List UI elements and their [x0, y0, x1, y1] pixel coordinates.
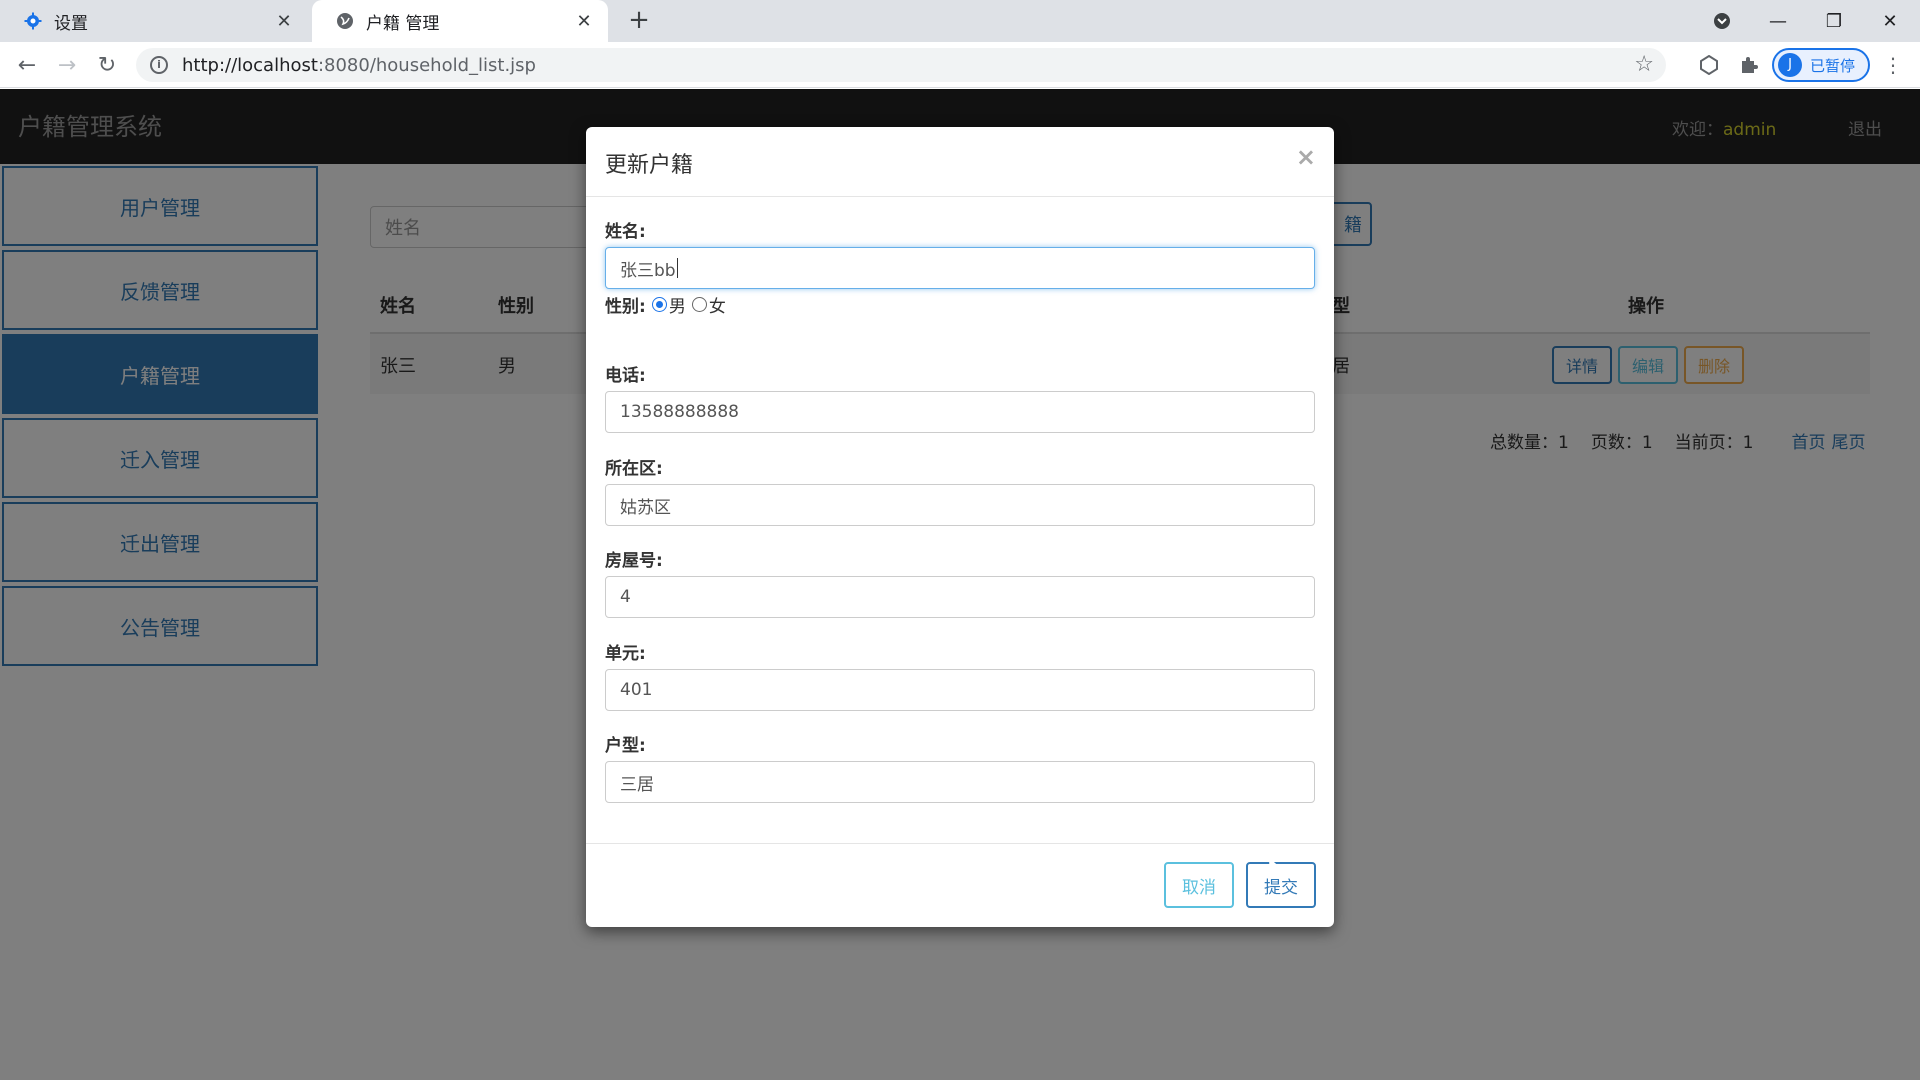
tab-settings[interactable]: 设置 ✕ [0, 0, 308, 42]
gear-icon [24, 12, 42, 30]
minimize-icon[interactable]: — [1750, 0, 1806, 42]
close-icon[interactable]: ✕ [574, 11, 594, 32]
text-caret [676, 258, 678, 278]
avatar: J [1778, 53, 1802, 77]
gender-male-radio[interactable] [651, 297, 667, 312]
close-icon[interactable]: ✕ [274, 11, 294, 32]
name-value: 张三bb [620, 260, 676, 281]
unit-field[interactable]: 401 [605, 669, 1315, 711]
extension-icon[interactable] [1696, 52, 1722, 78]
globe-icon [336, 12, 354, 30]
modal-footer: 取消 提交 [586, 843, 1334, 927]
update-household-dialog: 更新户籍 × 姓名: 张三bb 性别: 男 女 电话: 13588888888 … [586, 127, 1334, 927]
phone-label: 电话: [605, 366, 646, 386]
modal-title: 更新户籍 [605, 153, 694, 178]
gender-radio-group: 性别: 男 女 [605, 292, 732, 317]
district-field[interactable]: 姑苏区 [605, 484, 1315, 526]
tab-household[interactable]: 户籍 管理 ✕ [312, 0, 608, 42]
browser-tab-bar: 设置 ✕ 户籍 管理 ✕ + — ❐ ✕ [0, 0, 1920, 42]
url-path: :8080/household_list.jsp [317, 54, 536, 76]
info-icon[interactable]: i [150, 56, 168, 74]
tab-title: 设置 [54, 13, 88, 34]
window-close-icon[interactable]: ✕ [1862, 0, 1918, 42]
gender-male-label[interactable]: 男 [669, 292, 686, 317]
browser-toolbar: ← → ↻ i http://localhost:8080/household_… [0, 42, 1920, 88]
more-menu-icon[interactable]: ⋮ [1880, 52, 1906, 78]
unit-label: 单元: [605, 644, 646, 664]
puzzle-icon[interactable] [1736, 52, 1762, 78]
reload-icon[interactable]: ↻ [92, 50, 122, 80]
tab-search-icon[interactable] [1694, 0, 1750, 42]
house-type-label: 户型: [605, 736, 646, 756]
url-host: http://localhost [182, 54, 318, 76]
restore-icon[interactable]: ❐ [1806, 0, 1862, 42]
name-label: 姓名: [605, 222, 646, 242]
tab-title: 户籍 管理 [366, 13, 440, 34]
house-type-field[interactable]: 三居 [605, 761, 1315, 803]
bookmark-star-icon[interactable]: ☆ [1634, 52, 1654, 77]
cancel-button[interactable]: 取消 [1164, 862, 1234, 908]
address-bar[interactable]: i http://localhost:8080/household_list.j… [136, 48, 1666, 82]
phone-field[interactable]: 13588888888 [605, 391, 1315, 433]
forward-arrow-icon[interactable]: → [52, 50, 82, 80]
back-arrow-icon[interactable]: ← [12, 50, 42, 80]
district-label: 所在区: [605, 459, 663, 479]
gender-female-label[interactable]: 女 [709, 292, 726, 317]
gender-label: 性别: [605, 297, 646, 317]
house-number-label: 房屋号: [605, 551, 663, 571]
close-icon[interactable]: × [1296, 143, 1316, 171]
name-field[interactable]: 张三bb [605, 247, 1315, 289]
house-number-field[interactable]: 4 [605, 576, 1315, 618]
modal-header: 更新户籍 × [586, 127, 1334, 197]
profile-button[interactable]: J 已暂停 [1772, 48, 1870, 82]
profile-status: 已暂停 [1810, 56, 1856, 75]
gender-female-radio[interactable] [691, 297, 707, 312]
submit-button[interactable]: 提交 [1246, 862, 1316, 908]
new-tab-plus-icon[interactable]: + [624, 6, 654, 36]
